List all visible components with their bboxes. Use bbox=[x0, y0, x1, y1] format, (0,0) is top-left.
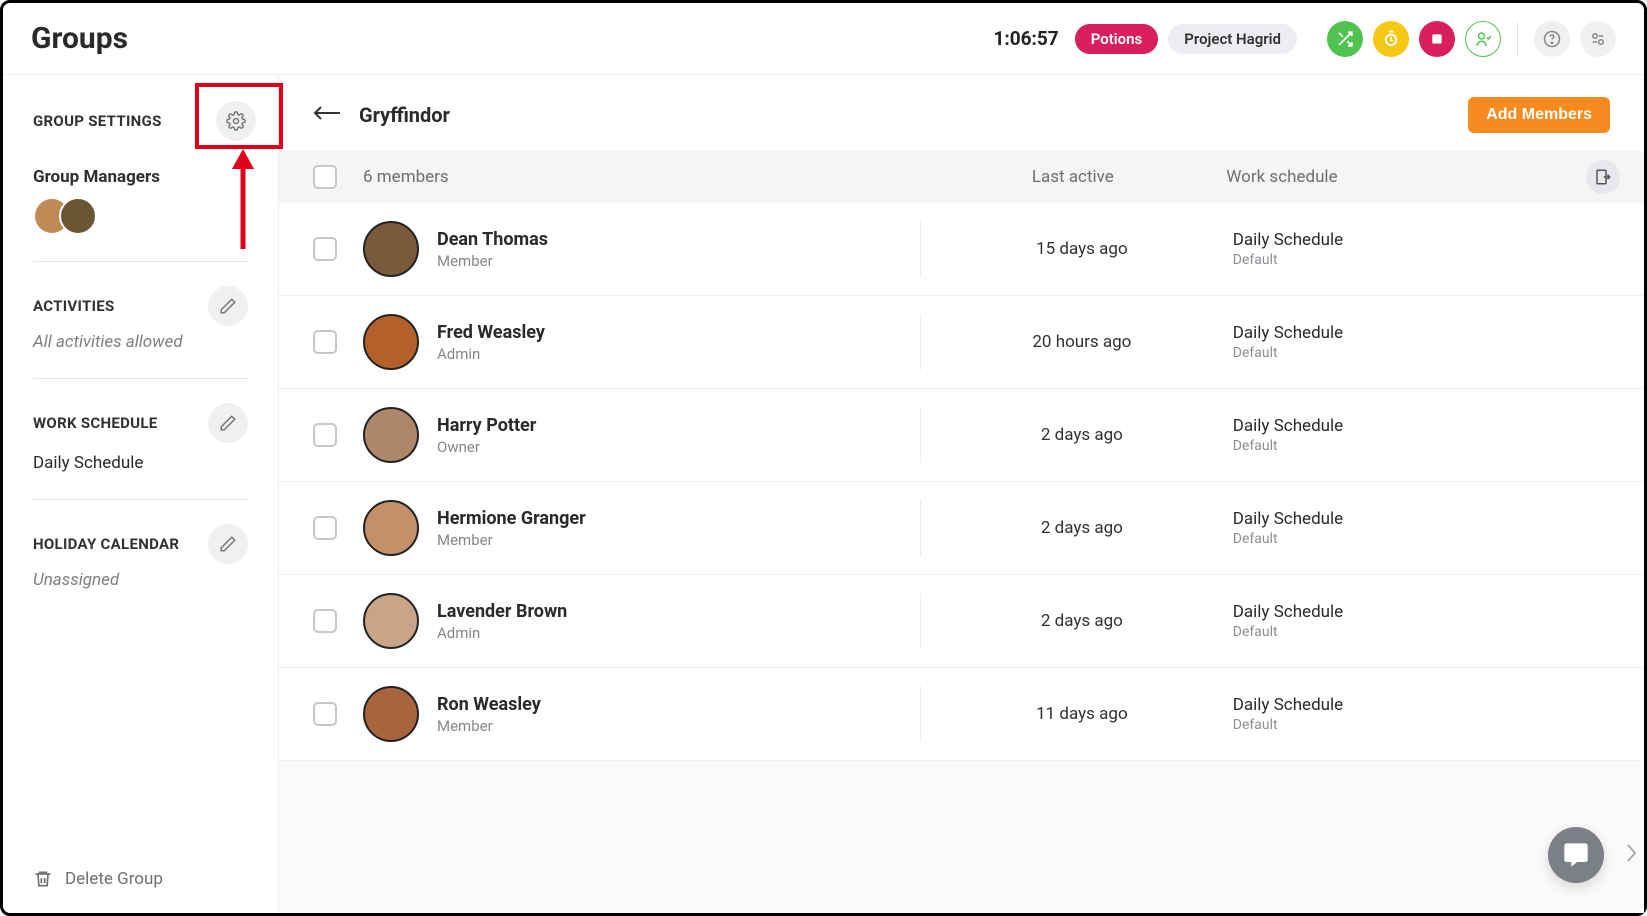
schedule-value: Daily Schedule bbox=[1233, 509, 1610, 529]
schedule-sub: Default bbox=[1233, 252, 1610, 268]
schedule-value: Daily Schedule bbox=[1233, 230, 1610, 250]
add-members-button[interactable]: Add Members bbox=[1468, 97, 1610, 133]
member-role: Member bbox=[437, 717, 541, 735]
delete-group-label: Delete Group bbox=[65, 869, 163, 889]
avatar bbox=[363, 593, 419, 649]
row-checkbox[interactable] bbox=[313, 330, 337, 354]
member-name: Fred Weasley bbox=[437, 322, 545, 343]
row-checkbox[interactable] bbox=[313, 516, 337, 540]
last-active-column[interactable]: Last active bbox=[919, 167, 1226, 187]
active-tag[interactable]: Potions bbox=[1075, 24, 1159, 54]
avatar bbox=[363, 686, 419, 742]
member-role: Owner bbox=[437, 438, 536, 456]
stop-icon[interactable] bbox=[1419, 21, 1455, 57]
table-row[interactable]: Ron Weasley Member 11 days ago Daily Sch… bbox=[279, 668, 1644, 761]
schedule-sub: Default bbox=[1233, 717, 1610, 733]
avatar[interactable] bbox=[59, 197, 97, 235]
timer-icon[interactable] bbox=[1373, 21, 1409, 57]
member-name: Ron Weasley bbox=[437, 694, 541, 715]
avatar bbox=[363, 407, 419, 463]
edit-icon[interactable] bbox=[208, 403, 248, 443]
settings-icon[interactable] bbox=[1580, 21, 1616, 57]
select-all-checkbox[interactable] bbox=[313, 165, 337, 189]
holiday-calendar-value: Unassigned bbox=[33, 570, 248, 590]
member-name: Lavender Brown bbox=[437, 601, 567, 622]
schedule-sub: Default bbox=[1233, 345, 1610, 361]
timer-display: 1:06:57 bbox=[993, 27, 1058, 50]
group-managers-title: Group Managers bbox=[33, 167, 248, 187]
back-arrow-icon[interactable] bbox=[313, 105, 341, 125]
row-checkbox[interactable] bbox=[313, 702, 337, 726]
help-icon[interactable] bbox=[1534, 21, 1570, 57]
work-schedule-column[interactable]: Work schedule bbox=[1226, 167, 1610, 187]
row-checkbox[interactable] bbox=[313, 423, 337, 447]
page-title: Groups bbox=[31, 21, 128, 56]
schedule-value: Daily Schedule bbox=[1233, 695, 1610, 715]
trash-icon bbox=[33, 869, 53, 889]
member-name: Dean Thomas bbox=[437, 229, 548, 250]
row-checkbox[interactable] bbox=[313, 237, 337, 261]
schedule-value: Daily Schedule bbox=[1233, 416, 1610, 436]
avatar bbox=[363, 500, 419, 556]
project-tag[interactable]: Project Hagrid bbox=[1168, 24, 1297, 54]
last-active-value: 2 days ago bbox=[1041, 611, 1123, 631]
member-name: Hermione Granger bbox=[437, 508, 586, 529]
work-schedule-value: Daily Schedule bbox=[33, 453, 248, 473]
export-icon[interactable] bbox=[1586, 160, 1620, 194]
group-name: Gryffindor bbox=[359, 103, 450, 127]
activities-title: ACTIVITIES bbox=[33, 297, 115, 315]
row-checkbox[interactable] bbox=[313, 609, 337, 633]
members-count-label: 6 members bbox=[363, 167, 919, 187]
delete-group-button[interactable]: Delete Group bbox=[33, 869, 248, 895]
schedule-value: Daily Schedule bbox=[1233, 602, 1610, 622]
chat-icon[interactable] bbox=[1548, 827, 1604, 883]
edit-icon[interactable] bbox=[208, 286, 248, 326]
gear-icon[interactable] bbox=[216, 101, 256, 141]
activities-value: All activities allowed bbox=[33, 332, 248, 352]
schedule-value: Daily Schedule bbox=[1233, 323, 1610, 343]
group-settings-title: GROUP SETTINGS bbox=[33, 112, 162, 130]
manager-avatars bbox=[33, 197, 248, 235]
schedule-sub: Default bbox=[1233, 624, 1610, 640]
last-active-value: 11 days ago bbox=[1036, 704, 1128, 724]
user-check-icon[interactable] bbox=[1465, 21, 1501, 57]
last-active-value: 20 hours ago bbox=[1032, 332, 1131, 352]
table-row[interactable]: Lavender Brown Admin 2 days ago Daily Sc… bbox=[279, 575, 1644, 668]
last-active-value: 2 days ago bbox=[1041, 425, 1123, 445]
table-row[interactable]: Dean Thomas Member 15 days ago Daily Sch… bbox=[279, 203, 1644, 296]
member-name: Harry Potter bbox=[437, 415, 536, 436]
member-role: Admin bbox=[437, 345, 545, 363]
last-active-value: 2 days ago bbox=[1041, 518, 1123, 538]
table-row[interactable]: Fred Weasley Admin 20 hours ago Daily Sc… bbox=[279, 296, 1644, 389]
avatar bbox=[363, 314, 419, 370]
member-role: Member bbox=[437, 531, 586, 549]
schedule-sub: Default bbox=[1233, 531, 1610, 547]
avatar bbox=[363, 221, 419, 277]
last-active-value: 15 days ago bbox=[1036, 239, 1128, 259]
edit-icon[interactable] bbox=[208, 524, 248, 564]
member-role: Admin bbox=[437, 624, 567, 642]
member-role: Member bbox=[437, 252, 548, 270]
shuffle-icon[interactable] bbox=[1327, 21, 1363, 57]
divider bbox=[1517, 22, 1518, 56]
table-row[interactable]: Harry Potter Owner 2 days ago Daily Sche… bbox=[279, 389, 1644, 482]
work-schedule-title: WORK SCHEDULE bbox=[33, 414, 158, 432]
schedule-sub: Default bbox=[1233, 438, 1610, 454]
chevron-right-icon[interactable] bbox=[1624, 841, 1638, 869]
table-row[interactable]: Hermione Granger Member 2 days ago Daily… bbox=[279, 482, 1644, 575]
holiday-calendar-title: HOLIDAY CALENDAR bbox=[33, 535, 179, 553]
